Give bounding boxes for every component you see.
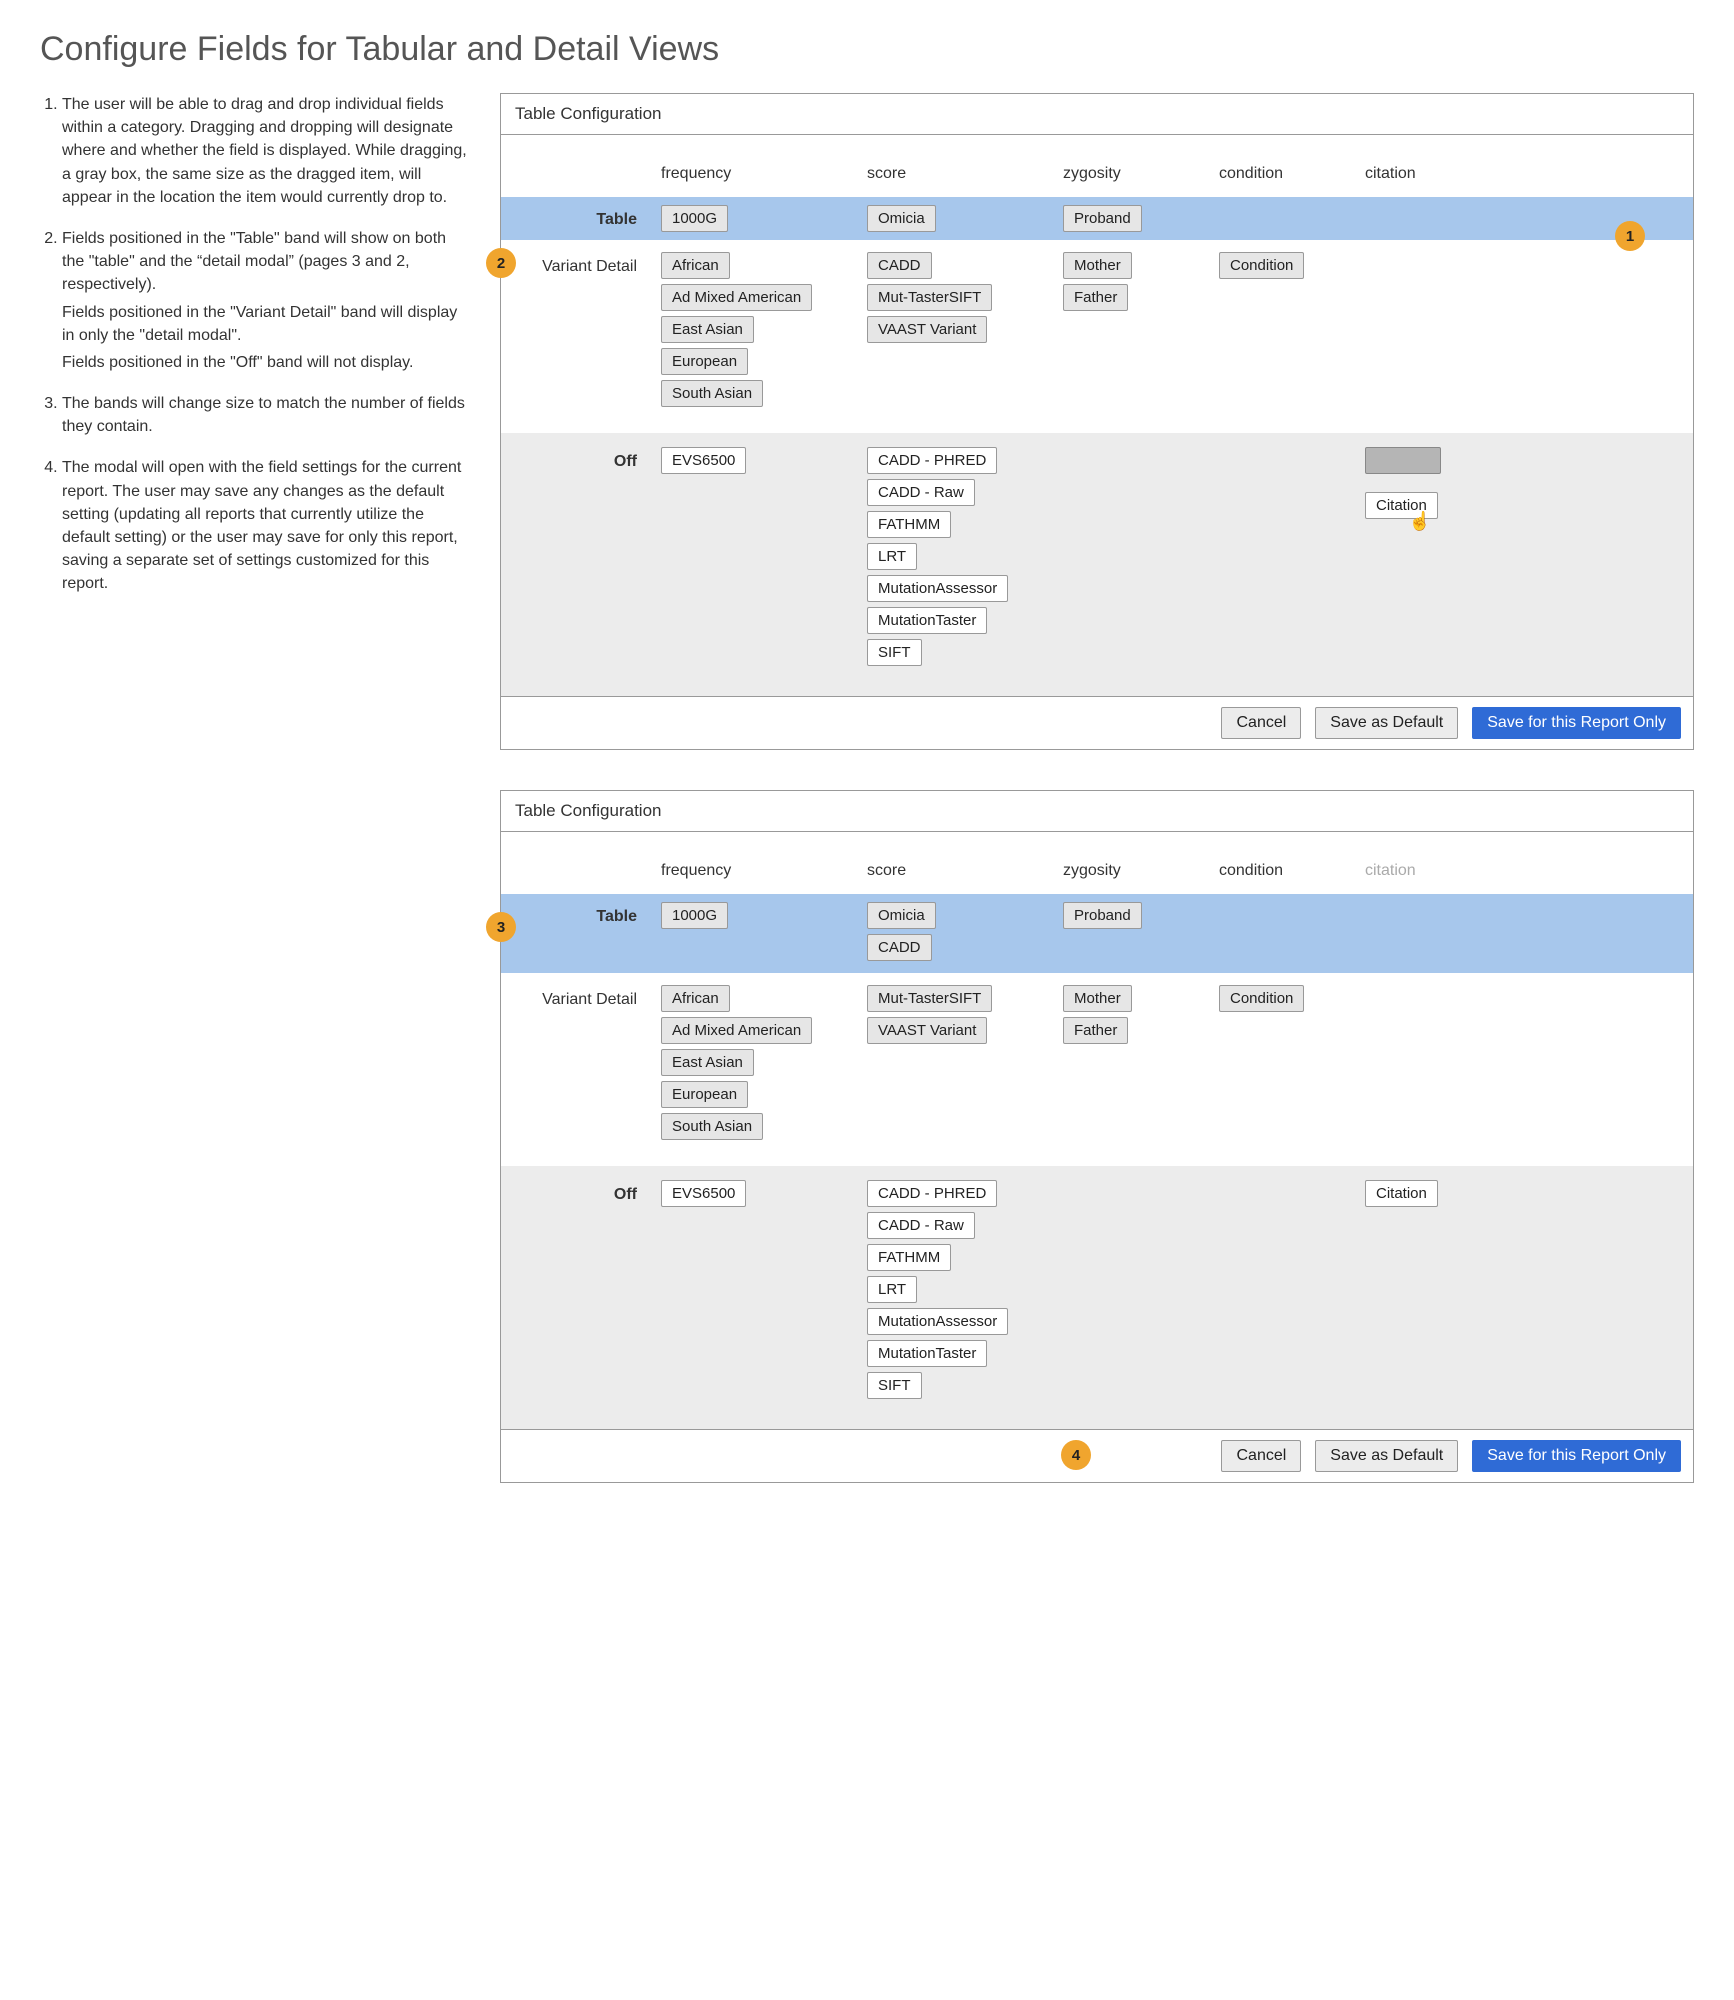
- field-chip[interactable]: MutationAssessor: [867, 575, 1008, 602]
- field-chip[interactable]: Mother: [1063, 985, 1132, 1012]
- field-chip[interactable]: Mother: [1063, 252, 1132, 279]
- table-config-dialog-1: Table Configuration frequency score zygo…: [500, 93, 1694, 750]
- drop-placeholder: .: [1365, 447, 1441, 474]
- instruction-3: The bands will change size to match the …: [62, 392, 470, 438]
- columns-header: frequency score zygosity condition citat…: [501, 135, 1693, 197]
- col-citation: citation: [1365, 165, 1495, 183]
- field-chip[interactable]: CADD: [867, 934, 932, 961]
- field-chip[interactable]: South Asian: [661, 1113, 763, 1140]
- col-frequency: frequency: [661, 165, 861, 183]
- field-chip[interactable]: CADD - PHRED: [867, 447, 997, 474]
- col-condition: condition: [1219, 165, 1359, 183]
- field-chip[interactable]: Condition: [1219, 985, 1304, 1012]
- field-chip[interactable]: African: [661, 252, 730, 279]
- field-chip[interactable]: VAAST Variant: [867, 1017, 987, 1044]
- col-frequency: frequency: [661, 862, 861, 880]
- field-chip[interactable]: MutationTaster: [867, 607, 987, 634]
- page-title: Configure Fields for Tabular and Detail …: [40, 30, 1694, 69]
- annotation-2: 2: [486, 248, 516, 278]
- field-chip[interactable]: Ad Mixed American: [661, 284, 812, 311]
- band-label-table: Table: [505, 205, 655, 229]
- field-chip[interactable]: LRT: [867, 543, 917, 570]
- dialog-footer: Cancel Save as Default Save for this Rep…: [501, 696, 1693, 749]
- col-score: score: [867, 165, 1057, 183]
- dragging-chip[interactable]: Citation☝: [1365, 492, 1438, 519]
- cancel-button[interactable]: Cancel: [1221, 1440, 1301, 1472]
- field-chip[interactable]: East Asian: [661, 1049, 754, 1076]
- field-chip[interactable]: Omicia: [867, 902, 936, 929]
- band-label-off: Off: [505, 447, 655, 471]
- table-config-dialog-2: Table Configuration frequency score zygo…: [500, 790, 1694, 1483]
- save-default-button[interactable]: Save as Default: [1315, 707, 1458, 739]
- instruction-2b: Fields positioned in the "Variant Detail…: [62, 301, 470, 347]
- col-score: score: [867, 862, 1057, 880]
- save-report-button[interactable]: Save for this Report Only: [1472, 707, 1681, 739]
- instruction-4: The modal will open with the field setti…: [62, 456, 470, 595]
- field-chip[interactable]: Mut-TasterSIFT: [867, 284, 992, 311]
- field-chip[interactable]: European: [661, 1081, 748, 1108]
- field-chip[interactable]: East Asian: [661, 316, 754, 343]
- field-chip[interactable]: SIFT: [867, 1372, 922, 1399]
- band-table[interactable]: 3 Table 1000G Omicia CADD Proband: [501, 894, 1693, 973]
- field-chip[interactable]: 1000G: [661, 205, 728, 232]
- band-label-off: Off: [505, 1180, 655, 1204]
- col-condition: condition: [1219, 862, 1359, 880]
- field-chip[interactable]: VAAST Variant: [867, 316, 987, 343]
- band-table[interactable]: 1 Table 1000G Omicia Proband: [501, 197, 1693, 240]
- field-chip[interactable]: Citation: [1365, 1180, 1438, 1207]
- band-variant-detail[interactable]: 2 Variant Detail African Ad Mixed Americ…: [501, 240, 1693, 433]
- instruction-1: The user will be able to drag and drop i…: [62, 93, 470, 209]
- save-report-button[interactable]: Save for this Report Only: [1472, 1440, 1681, 1472]
- cancel-button[interactable]: Cancel: [1221, 707, 1301, 739]
- field-chip[interactable]: EVS6500: [661, 1180, 746, 1207]
- field-chip[interactable]: FATHMM: [867, 1244, 951, 1271]
- band-variant-detail[interactable]: Variant Detail African Ad Mixed American…: [501, 973, 1693, 1166]
- dialog-footer: 4 Cancel Save as Default Save for this R…: [501, 1429, 1693, 1482]
- field-chip[interactable]: European: [661, 348, 748, 375]
- field-chip[interactable]: African: [661, 985, 730, 1012]
- field-chip[interactable]: FATHMM: [867, 511, 951, 538]
- field-chip[interactable]: Proband: [1063, 205, 1142, 232]
- field-chip[interactable]: SIFT: [867, 639, 922, 666]
- instructions-list: The user will be able to drag and drop i…: [40, 93, 470, 596]
- annotation-3: 3: [486, 912, 516, 942]
- field-chip[interactable]: Ad Mixed American: [661, 1017, 812, 1044]
- field-chip[interactable]: Proband: [1063, 902, 1142, 929]
- field-chip[interactable]: MutationAssessor: [867, 1308, 1008, 1335]
- field-chip[interactable]: Mut-TasterSIFT: [867, 985, 992, 1012]
- cursor-icon: ☝: [1408, 511, 1430, 532]
- field-chip[interactable]: Omicia: [867, 205, 936, 232]
- band-label-detail: Variant Detail: [505, 252, 655, 276]
- field-chip[interactable]: 1000G: [661, 902, 728, 929]
- field-chip[interactable]: MutationTaster: [867, 1340, 987, 1367]
- save-default-button[interactable]: Save as Default: [1315, 1440, 1458, 1472]
- field-chip[interactable]: South Asian: [661, 380, 763, 407]
- band-off[interactable]: Off EVS6500 CADD - PHRED CADD - Raw FATH…: [501, 433, 1693, 696]
- band-off[interactable]: Off EVS6500 CADD - PHRED CADD - Raw FATH…: [501, 1166, 1693, 1429]
- dialog-title: Table Configuration: [501, 791, 1693, 832]
- field-chip[interactable]: Father: [1063, 284, 1128, 311]
- field-chip[interactable]: CADD - PHRED: [867, 1180, 997, 1207]
- col-zygosity: zygosity: [1063, 165, 1213, 183]
- instruction-2a: Fields positioned in the "Table" band wi…: [62, 230, 446, 293]
- band-label-detail: Variant Detail: [505, 985, 655, 1009]
- field-chip[interactable]: CADD - Raw: [867, 479, 975, 506]
- band-label-table: Table: [505, 902, 655, 926]
- dialog-title: Table Configuration: [501, 94, 1693, 135]
- field-chip[interactable]: EVS6500: [661, 447, 746, 474]
- instruction-2c: Fields positioned in the "Off" band will…: [62, 351, 470, 374]
- field-chip[interactable]: Father: [1063, 1017, 1128, 1044]
- field-chip[interactable]: CADD: [867, 252, 932, 279]
- field-chip[interactable]: Condition: [1219, 252, 1304, 279]
- field-chip[interactable]: LRT: [867, 1276, 917, 1303]
- field-chip[interactable]: CADD - Raw: [867, 1212, 975, 1239]
- col-zygosity: zygosity: [1063, 862, 1213, 880]
- columns-header: frequency score zygosity condition citat…: [501, 832, 1693, 894]
- annotation-1: 1: [1615, 221, 1645, 251]
- col-citation: citation: [1365, 862, 1495, 880]
- instruction-2: Fields positioned in the "Table" band wi…: [62, 227, 470, 374]
- annotation-4: 4: [1061, 1440, 1091, 1470]
